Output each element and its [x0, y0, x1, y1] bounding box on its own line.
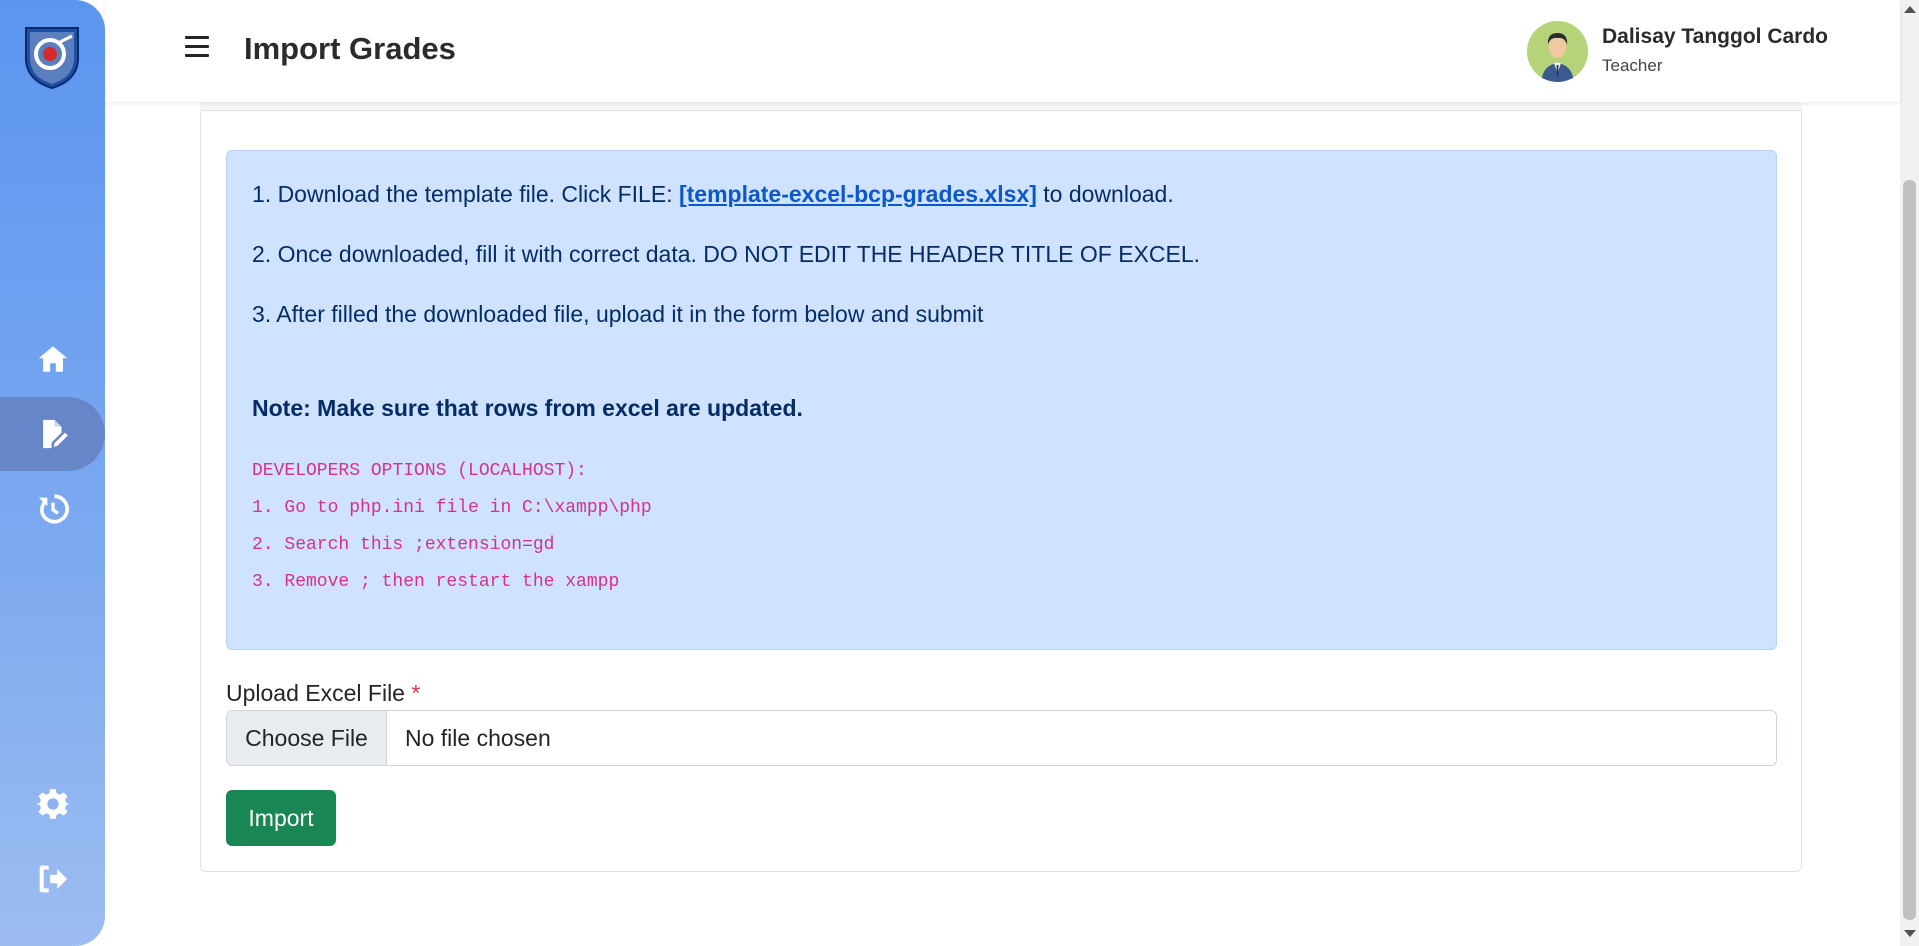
sidebar-item-logout[interactable] [0, 842, 105, 916]
dev-options-title: DEVELOPERS OPTIONS (LOCALHOST): [252, 461, 587, 481]
sidebar-item-settings[interactable] [0, 767, 105, 841]
file-edit-icon [42, 419, 68, 449]
dev-option-2: 2. Search this ;extension=gd [252, 535, 555, 555]
instruction-step-3: 3. After filled the downloaded file, upl… [252, 301, 984, 327]
required-mark: * [411, 680, 421, 706]
template-download-link[interactable]: [template-excel-bcp-grades.xlsx] [679, 181, 1037, 207]
excel-file-input[interactable]: Choose File No file chosen [226, 710, 1777, 766]
scroll-up-arrow-icon[interactable] [1904, 6, 1916, 13]
scroll-thumb[interactable] [1903, 180, 1916, 920]
step-1-text: 1. Download the template file. Click FIL… [252, 181, 679, 207]
gear-icon [35, 789, 70, 819]
card-header [200, 102, 1802, 111]
dev-option-3: 3. Remove ; then restart the xampp [252, 572, 620, 592]
history-icon [38, 494, 69, 524]
avatar[interactable] [1527, 21, 1588, 82]
instruction-step-2: 2. Once downloaded, fill it with correct… [252, 241, 1201, 267]
sidebar-item-home[interactable] [0, 322, 105, 396]
instruction-note: Note: Make sure that rows from excel are… [252, 395, 803, 421]
logout-icon [39, 865, 67, 893]
instructions-alert: 1. Download the template file. Click FIL… [226, 150, 1777, 650]
school-logo [20, 22, 84, 90]
step-1-suffix: to download. [1036, 181, 1174, 207]
page-scrollbar[interactable] [1900, 0, 1919, 946]
sidebar-item-history[interactable] [0, 472, 105, 546]
sidebar-item-import-grades[interactable] [0, 397, 105, 471]
sidebar [0, 0, 105, 946]
home-icon [38, 346, 67, 372]
menu-toggle-icon[interactable] [185, 36, 211, 64]
scroll-down-arrow-icon[interactable] [1904, 930, 1916, 937]
user-name: Dalisay Tanggol Cardo [1602, 25, 1828, 48]
dev-option-1: 1. Go to php.ini file in C:\xampp\php [252, 498, 652, 518]
import-button[interactable]: Import [226, 790, 336, 846]
instruction-step-1: 1. Download the template file. Click FIL… [252, 181, 1174, 208]
choose-file-button[interactable]: Choose File [227, 711, 387, 765]
file-status: No file chosen [405, 724, 551, 751]
top-bar: Import Grades Dalisay Tanggol Cardo Teac… [105, 0, 1900, 102]
page-title: Import Grades [244, 31, 456, 66]
upload-label: Upload Excel File * [226, 680, 420, 707]
user-role: Teacher [1602, 56, 1663, 75]
upload-label-text: Upload Excel File [226, 680, 405, 706]
